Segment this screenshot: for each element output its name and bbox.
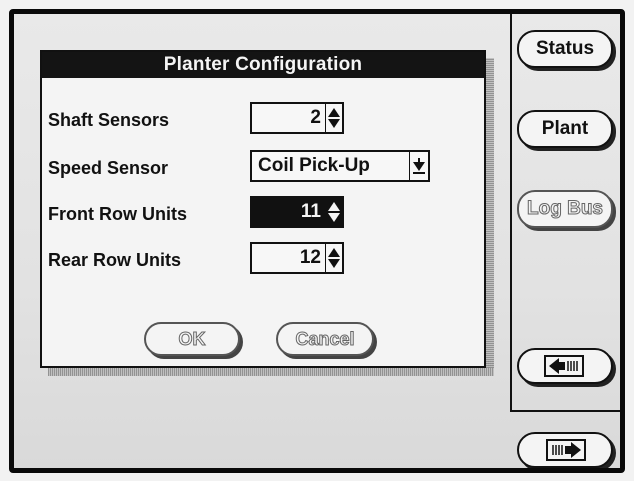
ok-button[interactable]: OK bbox=[144, 322, 240, 356]
up-down-arrows-icon[interactable] bbox=[325, 104, 342, 132]
previous-page-button[interactable] bbox=[517, 348, 613, 384]
shaft-sensors-label: Shaft Sensors bbox=[48, 110, 170, 130]
screen: Planter Configuration Shaft Sensors 2 Sp… bbox=[14, 14, 620, 468]
status-button[interactable]: Status bbox=[517, 30, 613, 68]
rear-row-units-label: Rear Row Units bbox=[48, 250, 182, 270]
plant-button[interactable]: Plant bbox=[517, 110, 613, 148]
front-row-units-label: Front Row Units bbox=[48, 204, 187, 224]
up-down-arrows-icon[interactable] bbox=[325, 244, 342, 272]
front-row-units-value: 11 bbox=[300, 201, 321, 222]
shaft-sensors-spinner[interactable]: 2 bbox=[250, 102, 344, 134]
cancel-button[interactable]: Cancel bbox=[276, 322, 374, 356]
shaft-sensors-value: 2 bbox=[310, 107, 321, 128]
dialog-title: Planter Configuration bbox=[42, 52, 484, 78]
arrow-right-icon bbox=[546, 439, 586, 461]
planter-configuration-dialog: Planter Configuration Shaft Sensors 2 Sp… bbox=[40, 50, 486, 368]
rear-row-units-spinner[interactable]: 12 bbox=[250, 242, 344, 274]
cancel-button-label: Cancel bbox=[295, 329, 355, 350]
next-page-button[interactable] bbox=[517, 432, 613, 468]
log-bus-button[interactable]: Log Bus bbox=[517, 190, 613, 228]
log-bus-button-label: Log Bus bbox=[527, 198, 604, 220]
dropdown-arrow-icon[interactable] bbox=[409, 152, 428, 180]
ok-button-label: OK bbox=[178, 329, 206, 350]
speed-sensor-dropdown[interactable]: Coil Pick-Up bbox=[250, 150, 430, 182]
front-row-units-spinner[interactable]: 11 bbox=[250, 196, 344, 228]
status-button-label: Status bbox=[535, 38, 595, 59]
display-frame: Planter Configuration Shaft Sensors 2 Sp… bbox=[9, 9, 625, 473]
arrow-left-icon bbox=[544, 355, 584, 377]
rear-row-units-value: 12 bbox=[299, 247, 321, 268]
speed-sensor-label: Speed Sensor bbox=[48, 158, 169, 178]
plant-button-label: Plant bbox=[541, 118, 589, 139]
up-down-arrows-icon[interactable] bbox=[325, 198, 342, 226]
speed-sensor-value: Coil Pick-Up bbox=[258, 155, 370, 176]
